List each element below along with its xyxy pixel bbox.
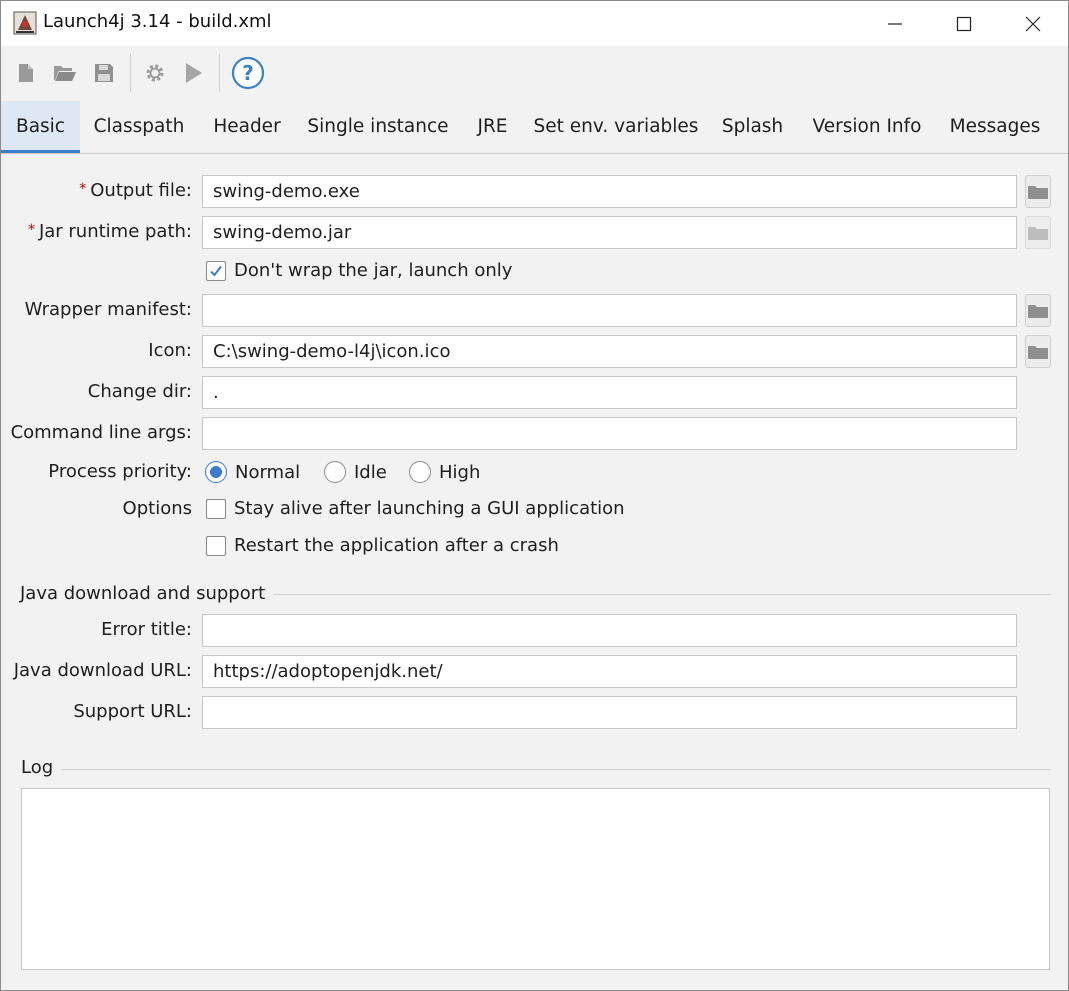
tab-set-env-variables[interactable]: Set env. variables xyxy=(525,101,707,153)
priority-normal-radio[interactable] xyxy=(205,461,227,483)
close-icon xyxy=(1025,16,1041,31)
launch4j-window: Launch4j 3.14 - build.xml ? Basic Classp… xyxy=(0,0,1069,991)
change-dir-field[interactable] xyxy=(202,376,1017,409)
jar-runtime-path-label: * Jar runtime path: xyxy=(27,221,192,242)
wrapper-manifest-field[interactable] xyxy=(202,294,1017,327)
svg-text:?: ? xyxy=(242,61,254,85)
icon-path-field[interactable] xyxy=(202,335,1017,368)
window-title: Launch4j 3.14 - build.xml xyxy=(43,11,272,32)
priority-idle-radio-row[interactable]: Idle xyxy=(324,461,387,483)
priority-idle-radio[interactable] xyxy=(324,461,346,483)
help-icon: ? xyxy=(231,56,265,90)
save-button[interactable] xyxy=(87,56,121,90)
output-file-label: * Output file: xyxy=(79,180,192,201)
restart-on-crash-checkbox-row[interactable]: Restart the application after a crash xyxy=(206,535,559,556)
maximize-button[interactable] xyxy=(930,1,998,46)
folder-icon xyxy=(1028,345,1048,359)
stay-alive-checkbox-row[interactable]: Stay alive after launching a GUI applica… xyxy=(206,498,625,519)
stay-alive-label: Stay alive after launching a GUI applica… xyxy=(234,498,625,519)
command-line-args-label: Command line args: xyxy=(10,422,192,443)
jar-runtime-path-field[interactable] xyxy=(202,216,1017,249)
launch4j-app-icon xyxy=(13,11,37,35)
folder-icon xyxy=(1028,226,1048,240)
log-section-title: Log xyxy=(21,757,62,778)
title-bar: Launch4j 3.14 - build.xml xyxy=(1,1,1068,46)
wrapper-manifest-label: Wrapper manifest: xyxy=(24,299,192,320)
required-marker: * xyxy=(79,181,87,197)
toolbar: ? xyxy=(1,46,1068,101)
restart-on-crash-checkbox[interactable] xyxy=(206,535,226,556)
tab-header[interactable]: Header xyxy=(198,101,296,153)
save-icon xyxy=(95,64,113,82)
command-line-args-field[interactable] xyxy=(202,417,1017,450)
java-download-url-label: Java download URL: xyxy=(13,660,192,681)
new-file-icon xyxy=(19,64,33,82)
output-file-field[interactable] xyxy=(202,175,1017,208)
toolbar-separator xyxy=(130,54,131,92)
tab-single-instance[interactable]: Single instance xyxy=(296,101,460,153)
minimize-icon xyxy=(888,22,902,25)
priority-idle-label: Idle xyxy=(354,461,387,483)
folder-icon xyxy=(1028,185,1048,199)
icon-browse-button[interactable] xyxy=(1025,335,1051,368)
open-folder-icon xyxy=(54,66,76,81)
stay-alive-checkbox[interactable] xyxy=(206,498,226,519)
run-button[interactable] xyxy=(176,56,210,90)
tab-messages[interactable]: Messages xyxy=(936,101,1054,153)
build-gear-icon xyxy=(146,64,164,82)
open-button[interactable] xyxy=(48,56,82,90)
folder-icon xyxy=(1028,304,1048,318)
java-download-url-field[interactable] xyxy=(202,655,1017,688)
toolbar-separator xyxy=(219,54,220,92)
checkmark-icon xyxy=(210,265,222,277)
run-icon xyxy=(186,63,202,83)
icon-label: Icon: xyxy=(148,340,192,361)
output-file-browse-button[interactable] xyxy=(1025,175,1051,208)
tab-jre[interactable]: JRE xyxy=(460,101,525,153)
minimize-button[interactable] xyxy=(861,1,929,46)
restart-on-crash-label: Restart the application after a crash xyxy=(234,535,559,556)
priority-high-radio-row[interactable]: High xyxy=(409,461,480,483)
change-dir-label: Change dir: xyxy=(87,381,192,402)
error-title-field[interactable] xyxy=(202,614,1017,647)
options-label: Options xyxy=(122,498,192,519)
java-download-section-title: Java download and support xyxy=(20,583,274,604)
tab-classpath[interactable]: Classpath xyxy=(80,101,198,153)
priority-high-label: High xyxy=(439,461,481,483)
wrapper-manifest-browse-button[interactable] xyxy=(1025,294,1051,327)
error-title-label: Error title: xyxy=(101,619,192,640)
build-button[interactable] xyxy=(138,56,172,90)
required-marker: * xyxy=(27,222,35,238)
tab-version-info[interactable]: Version Info xyxy=(798,101,936,153)
maximize-icon xyxy=(956,16,972,31)
jar-runtime-path-browse-button[interactable] xyxy=(1025,216,1051,249)
support-url-field[interactable] xyxy=(202,696,1017,729)
process-priority-label: Process priority: xyxy=(48,461,192,482)
log-text-area[interactable] xyxy=(21,788,1050,970)
dont-wrap-checkbox-row[interactable]: Don't wrap the jar, launch only xyxy=(206,260,512,281)
close-button[interactable] xyxy=(999,1,1067,46)
new-button[interactable] xyxy=(9,56,43,90)
tab-bar: Basic Classpath Header Single instance J… xyxy=(1,101,1068,154)
help-button[interactable]: ? xyxy=(231,56,265,90)
priority-high-radio[interactable] xyxy=(409,461,431,483)
support-url-label: Support URL: xyxy=(73,701,192,722)
dont-wrap-label: Don't wrap the jar, launch only xyxy=(234,260,513,281)
priority-normal-radio-row[interactable]: Normal xyxy=(205,461,300,483)
dont-wrap-checkbox[interactable] xyxy=(206,260,226,281)
tab-basic[interactable]: Basic xyxy=(1,101,80,153)
tab-splash[interactable]: Splash xyxy=(707,101,798,153)
log-section-divider xyxy=(21,769,1051,770)
priority-normal-label: Normal xyxy=(235,461,301,483)
